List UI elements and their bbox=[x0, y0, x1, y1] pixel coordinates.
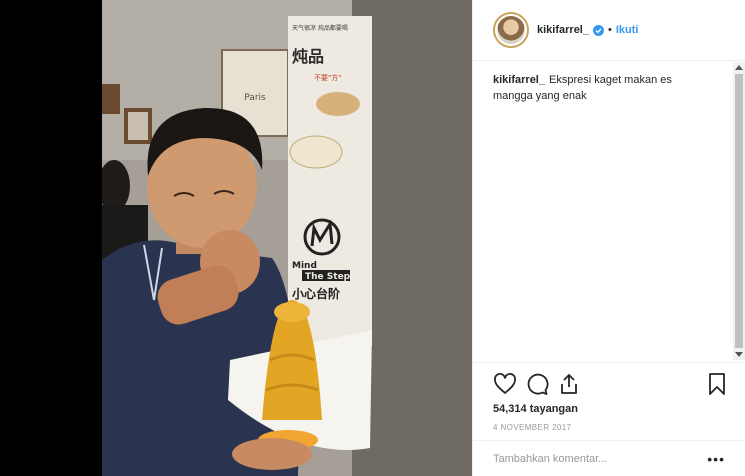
separator-dot: • bbox=[607, 24, 612, 36]
comment-bubble-icon[interactable] bbox=[525, 372, 549, 396]
share-icon[interactable] bbox=[557, 372, 581, 396]
video-frame: Paris 天气很凉 炖品都要喝 炖品 不要"方" Mind The Step … bbox=[102, 0, 472, 476]
post-date[interactable]: 4 NOVEMBER 2017 bbox=[493, 423, 729, 432]
verified-badge-icon bbox=[592, 24, 604, 36]
heart-icon[interactable] bbox=[493, 372, 517, 396]
view-count[interactable]: 54,314 tayangan bbox=[493, 403, 729, 415]
sign-mind: Mind bbox=[292, 261, 317, 271]
dark-backdrop bbox=[0, 0, 102, 476]
sign-the-step: The Step bbox=[305, 272, 351, 282]
follow-button[interactable]: Ikuti bbox=[616, 24, 639, 36]
poster-line-1: 天气很凉 炖品都要喝 bbox=[292, 24, 348, 32]
poster-line-2: 不要"方" bbox=[314, 73, 341, 82]
comment-input[interactable] bbox=[493, 452, 708, 465]
scroll-down-arrow-icon[interactable] bbox=[735, 352, 743, 357]
post-side-panel: kikifarrel_ • Ikuti kikifarrel_ Ekspresi … bbox=[472, 0, 745, 476]
post-actions: 54,314 tayangan 4 NOVEMBER 2017 bbox=[473, 362, 745, 440]
instagram-post-viewer: Paris 天气很凉 炖品都要喝 炖品 不要"方" Mind The Step … bbox=[0, 0, 745, 476]
avatar[interactable] bbox=[493, 12, 529, 48]
frame-label: Paris bbox=[244, 93, 266, 103]
action-row bbox=[493, 371, 729, 397]
more-options-icon[interactable]: ••• bbox=[707, 451, 725, 467]
caption-username[interactable]: kikifarrel_ bbox=[493, 74, 545, 86]
scroll-thumb[interactable] bbox=[735, 74, 743, 348]
caption: kikifarrel_ Ekspresi kaget makan es mangg… bbox=[493, 72, 708, 104]
comment-box: ••• bbox=[473, 440, 745, 476]
post-header: kikifarrel_ • Ikuti bbox=[473, 0, 745, 61]
scroll-up-arrow-icon[interactable] bbox=[735, 65, 743, 70]
bookmark-icon[interactable] bbox=[705, 372, 729, 396]
username-link[interactable]: kikifarrel_ bbox=[537, 24, 589, 36]
sign-chinese: 小心台阶 bbox=[292, 286, 341, 301]
comments-scrollbar[interactable] bbox=[733, 62, 745, 360]
post-video[interactable]: Paris 天气很凉 炖品都要喝 炖品 不要"方" Mind The Step … bbox=[102, 0, 472, 476]
poster-title: 炖品 bbox=[292, 47, 324, 66]
avatar-image bbox=[497, 16, 525, 44]
caption-area: kikifarrel_ Ekspresi kaget makan es mangg… bbox=[473, 62, 745, 360]
